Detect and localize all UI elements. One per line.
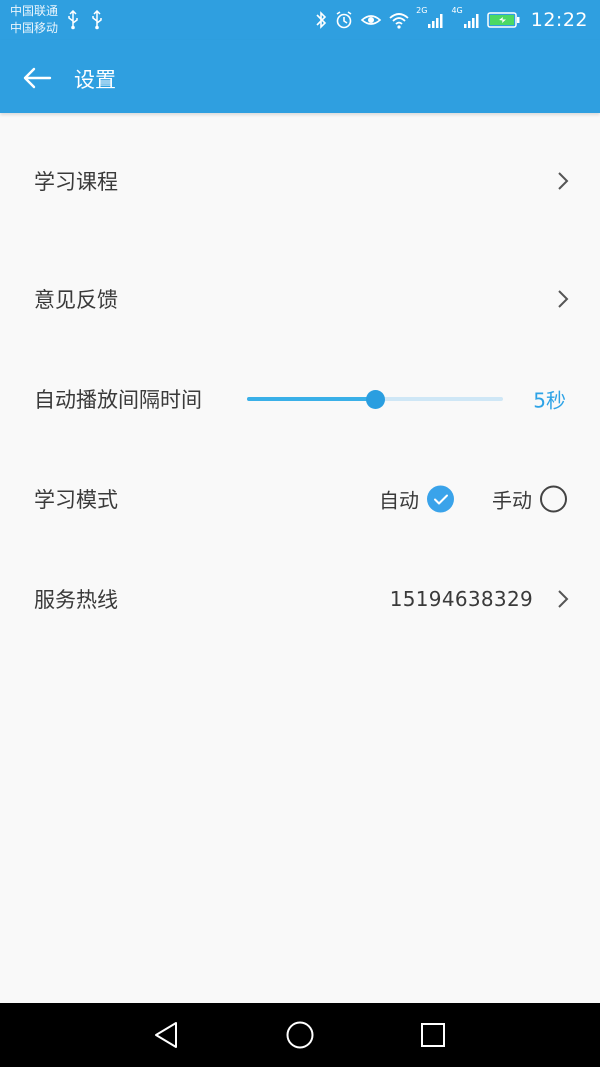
nav-back-button[interactable] [152,1019,184,1051]
clock: 12:22 [530,9,588,31]
settings-item-autoplay: 自动播放间隔时间 5秒 [0,349,600,449]
signal-icon [463,14,479,28]
radio-unchecked-icon[interactable] [540,485,567,513]
mode-option-auto[interactable]: 自动 [379,485,454,514]
nav-home-button[interactable] [284,1019,316,1051]
settings-list: 学习课程 意见反馈 自动播放间隔时间 5秒 学习模式 自动 手动 服务热线 15… [0,113,600,649]
settings-item-feedback[interactable]: 意见反馈 [0,249,600,349]
back-button[interactable] [20,60,56,96]
nav-home-icon [286,1021,314,1049]
status-bar: 中国联通 中国移动 2G 4G 12:22 [0,0,600,40]
radio-checked-icon[interactable] [427,485,454,513]
check-icon [433,494,448,504]
alarm-icon [336,11,352,29]
bluetooth-icon [316,11,327,29]
carrier-info: 中国联通 中国移动 [10,3,58,37]
eye-icon [360,15,382,25]
network-2g: 2G [416,6,428,15]
settings-item-mode: 学习模式 自动 手动 [0,449,600,549]
wifi-icon [389,13,409,29]
slider-thumb[interactable] [365,389,385,409]
chevron-right-icon [558,590,569,608]
system-nav-bar [0,1003,600,1067]
chevron-right-icon [558,172,569,190]
settings-item-course[interactable]: 学习课程 [0,113,600,249]
page-title: 设置 [74,68,116,92]
feedback-label: 意见反馈 [34,288,118,312]
signal-icon [428,14,443,28]
app-bar: 设置 [0,40,600,113]
usb-icon [68,10,78,30]
settings-item-hotline[interactable]: 服务热线 15194638329 [0,549,600,649]
nav-recent-icon [421,1023,445,1047]
autoplay-label: 自动播放间隔时间 [34,388,202,412]
autoplay-value: 5秒 [533,388,566,413]
mode-option-manual[interactable]: 手动 [492,485,567,514]
network-4g: 4G [451,6,463,15]
course-label: 学习课程 [34,170,118,194]
carrier-1: 中国联通 [10,4,59,18]
status-icons: 2G 4G 12:22 [314,6,588,34]
slider-fill [247,397,375,401]
nav-recent-button[interactable] [417,1019,449,1051]
usb-icons [66,10,104,30]
mode-label: 学习模式 [34,488,118,512]
battery-charging-icon [486,12,520,28]
carrier-2: 中国移动 [10,21,59,35]
hotline-number: 15194638329 [389,587,533,611]
usb-icon [92,10,102,30]
back-arrow-icon [23,67,52,89]
mode-option-auto-label: 自动 [379,488,419,513]
chevron-right-icon [558,290,569,308]
autoplay-slider[interactable] [247,389,503,409]
mode-option-manual-label: 手动 [492,488,532,513]
hotline-label: 服务热线 [34,588,118,612]
mode-radio-group: 自动 手动 [379,485,567,514]
nav-back-icon [155,1022,177,1048]
